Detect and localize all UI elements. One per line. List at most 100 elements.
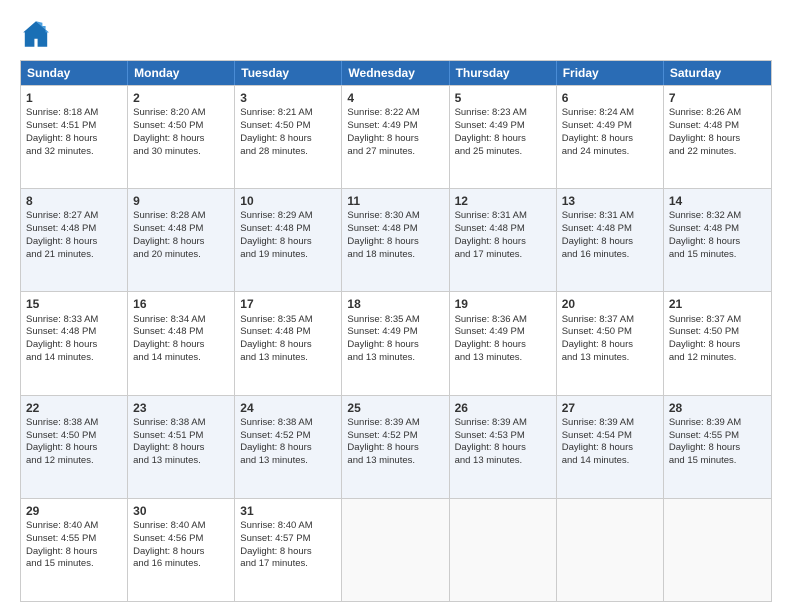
day-cell-8: 8Sunrise: 8:27 AMSunset: 4:48 PMDaylight… (21, 189, 128, 291)
day-info-line: Sunrise: 8:38 AM (240, 417, 336, 430)
day-info-line: Daylight: 8 hours (669, 442, 766, 455)
day-info-line: Daylight: 8 hours (133, 133, 229, 146)
day-info-line: Sunrise: 8:32 AM (669, 210, 766, 223)
day-info-line: and 21 minutes. (26, 249, 122, 262)
day-info-line: and 30 minutes. (133, 146, 229, 159)
day-info-line: Sunrise: 8:40 AM (240, 520, 336, 533)
day-cell-12: 12Sunrise: 8:31 AMSunset: 4:48 PMDayligh… (450, 189, 557, 291)
header-cell-saturday: Saturday (664, 61, 771, 85)
logo (20, 18, 56, 50)
day-number: 18 (347, 296, 443, 312)
day-info-line: Daylight: 8 hours (562, 339, 658, 352)
day-cell-13: 13Sunrise: 8:31 AMSunset: 4:48 PMDayligh… (557, 189, 664, 291)
day-info-line: Sunrise: 8:23 AM (455, 107, 551, 120)
day-info-line: Daylight: 8 hours (26, 339, 122, 352)
logo-icon (20, 18, 52, 50)
day-info-line: Sunset: 4:50 PM (240, 120, 336, 133)
day-info-line: Daylight: 8 hours (455, 442, 551, 455)
day-info-line: Sunset: 4:48 PM (133, 223, 229, 236)
day-number: 29 (26, 503, 122, 519)
day-info-line: and 17 minutes. (455, 249, 551, 262)
day-info-line: Daylight: 8 hours (347, 236, 443, 249)
day-info-line: Sunset: 4:52 PM (240, 430, 336, 443)
day-number: 23 (133, 400, 229, 416)
day-info-line: Sunrise: 8:22 AM (347, 107, 443, 120)
day-info-line: Sunrise: 8:34 AM (133, 314, 229, 327)
day-cell-21: 21Sunrise: 8:37 AMSunset: 4:50 PMDayligh… (664, 292, 771, 394)
day-cell-27: 27Sunrise: 8:39 AMSunset: 4:54 PMDayligh… (557, 396, 664, 498)
day-info-line: and 13 minutes. (240, 352, 336, 365)
day-number: 1 (26, 90, 122, 106)
day-info-line: and 27 minutes. (347, 146, 443, 159)
day-info-line: and 15 minutes. (26, 558, 122, 571)
header-cell-thursday: Thursday (450, 61, 557, 85)
day-number: 31 (240, 503, 336, 519)
day-info-line: Daylight: 8 hours (240, 442, 336, 455)
header-cell-tuesday: Tuesday (235, 61, 342, 85)
day-info-line: Sunset: 4:48 PM (562, 223, 658, 236)
day-number: 17 (240, 296, 336, 312)
day-info-line: Daylight: 8 hours (347, 442, 443, 455)
day-info-line: and 13 minutes. (562, 352, 658, 365)
calendar-row: 1Sunrise: 8:18 AMSunset: 4:51 PM Daylight… (21, 85, 771, 188)
day-number: 13 (562, 193, 658, 209)
day-info-line: Sunset: 4:51 PM (133, 430, 229, 443)
calendar-row: 22Sunrise: 8:38 AMSunset: 4:50 PMDayligh… (21, 395, 771, 498)
day-number: 3 (240, 90, 336, 106)
day-info-line: Daylight: 8 hours (133, 236, 229, 249)
day-number: 19 (455, 296, 551, 312)
day-info-line: Daylight: 8 hours (26, 546, 122, 559)
calendar-body: 1Sunrise: 8:18 AMSunset: 4:51 PMDaylight… (21, 85, 771, 601)
day-cell-6: 6Sunrise: 8:24 AMSunset: 4:49 PMDaylight… (557, 86, 664, 188)
day-info-line: Sunrise: 8:37 AM (669, 314, 766, 327)
day-info-line: Sunset: 4:50 PM (133, 120, 229, 133)
day-info-line: and 17 minutes. (240, 558, 336, 571)
day-number: 11 (347, 193, 443, 209)
day-info-line: Sunrise: 8:38 AM (133, 417, 229, 430)
day-info-line: Sunrise: 8:30 AM (347, 210, 443, 223)
day-info-line: Sunrise: 8:35 AM (347, 314, 443, 327)
day-info-line: and 16 minutes. (562, 249, 658, 262)
day-info-line: Daylight: 8 hours (240, 339, 336, 352)
day-info-line: Daylight: 8 hours (669, 339, 766, 352)
header (20, 18, 772, 50)
day-info-line: and 12 minutes. (26, 455, 122, 468)
day-info-line: and 24 minutes. (562, 146, 658, 159)
day-info-line: Sunset: 4:49 PM (455, 326, 551, 339)
day-info-line: Sunrise: 8:31 AM (562, 210, 658, 223)
day-info-line: Sunset: 4:53 PM (455, 430, 551, 443)
header-cell-sunday: Sunday (21, 61, 128, 85)
day-cell-25: 25Sunrise: 8:39 AMSunset: 4:52 PMDayligh… (342, 396, 449, 498)
day-info-line: Sunrise: 8:36 AM (455, 314, 551, 327)
day-number: 8 (26, 193, 122, 209)
day-info-line: Sunset: 4:51 PM (26, 120, 122, 133)
day-cell-23: 23Sunrise: 8:38 AMSunset: 4:51 PMDayligh… (128, 396, 235, 498)
day-info-line: and 25 minutes. (455, 146, 551, 159)
day-info-line: Daylight: 8 hours (455, 236, 551, 249)
day-info-line: Daylight: 8 hours (562, 442, 658, 455)
day-info-line: Sunset: 4:57 PM (240, 533, 336, 546)
day-cell-7: 7Sunrise: 8:26 AMSunset: 4:48 PMDaylight… (664, 86, 771, 188)
day-number: 28 (669, 400, 766, 416)
day-info-line: Sunrise: 8:21 AM (240, 107, 336, 120)
day-info-line: Sunset: 4:48 PM (240, 223, 336, 236)
day-info-line: Daylight: 8 hours (133, 546, 229, 559)
calendar-row: 15Sunrise: 8:33 AMSunset: 4:48 PMDayligh… (21, 291, 771, 394)
day-info-line: Sunset: 4:56 PM (133, 533, 229, 546)
day-number: 25 (347, 400, 443, 416)
day-info-line: Sunset: 4:48 PM (133, 326, 229, 339)
day-info-line: Sunset: 4:50 PM (562, 326, 658, 339)
day-info-line: Sunset: 4:52 PM (347, 430, 443, 443)
day-info-line: Sunrise: 8:18 AM (26, 107, 122, 120)
day-info-line: and 20 minutes. (133, 249, 229, 262)
header-cell-wednesday: Wednesday (342, 61, 449, 85)
day-info-line: and 13 minutes. (240, 455, 336, 468)
day-cell-3: 3Sunrise: 8:21 AMSunset: 4:50 PMDaylight… (235, 86, 342, 188)
day-info-line: Sunrise: 8:40 AM (133, 520, 229, 533)
day-info-line: Sunset: 4:49 PM (455, 120, 551, 133)
day-number: 5 (455, 90, 551, 106)
day-number: 30 (133, 503, 229, 519)
day-number: 26 (455, 400, 551, 416)
day-number: 24 (240, 400, 336, 416)
day-info-line: Sunrise: 8:39 AM (347, 417, 443, 430)
